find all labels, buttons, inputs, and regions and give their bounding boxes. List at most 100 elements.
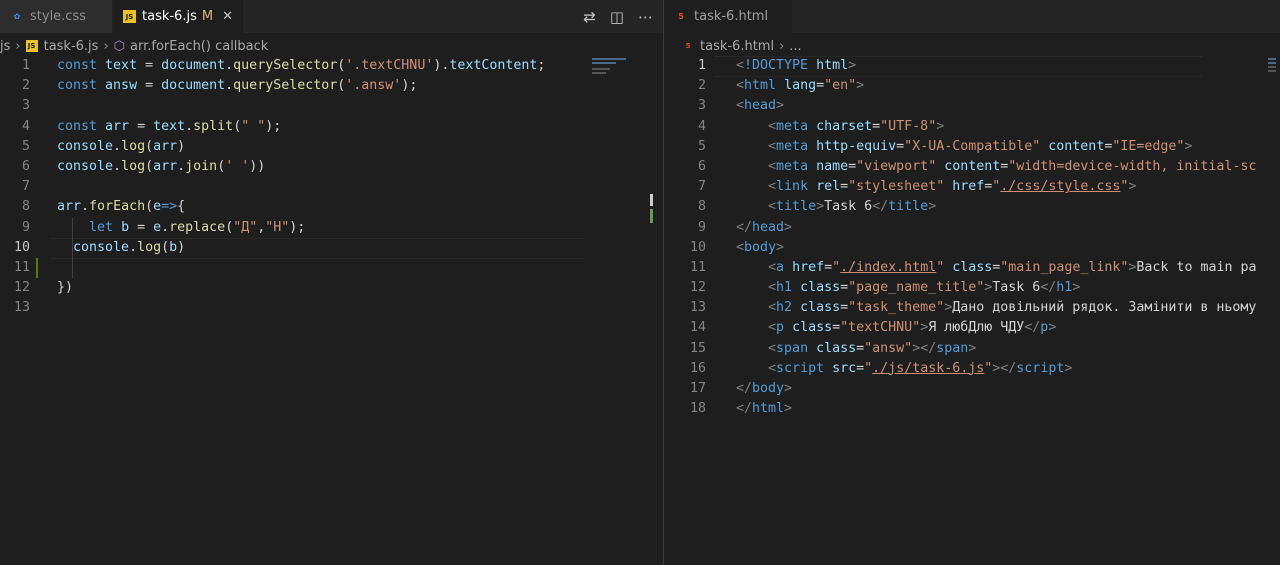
code-token: > (1064, 360, 1073, 376)
more-icon[interactable]: ⋯ (638, 8, 653, 26)
code-line[interactable]: 2 const answ = document.querySelector('.a… (0, 76, 663, 96)
code-token: rel (816, 179, 841, 195)
code-line[interactable]: 3 <head> (664, 96, 1280, 116)
code-token: = (848, 158, 857, 174)
code-line[interactable]: 11 (0, 258, 663, 278)
line-number: 16 (689, 360, 706, 376)
code-line[interactable]: 4 const arr = text.split(" "); (0, 117, 663, 137)
code-token: html (744, 78, 777, 94)
code-token: head (744, 98, 777, 114)
code-line[interactable]: 7 (0, 177, 663, 197)
code-line[interactable]: 1 <!DOCTYPE html> (664, 56, 1280, 77)
tab-style-css[interactable]: ✿ style.css (0, 0, 112, 33)
code-line[interactable]: 14 <p class="textCHNU">Я любДлю ЧДУ</p> (664, 318, 1280, 338)
code-token: "viewport" (856, 158, 937, 174)
code-line[interactable]: 9 let b = e.replace("Д","Н"); (0, 218, 663, 238)
code-line[interactable]: 5 console.log(arr) (0, 137, 663, 157)
code-line[interactable]: 4 <meta charset="UTF-8"> (664, 117, 1280, 137)
code-line[interactable]: 6 <meta name="viewport" content="width=d… (664, 157, 1280, 177)
code-line[interactable]: 18 </html> (664, 399, 1280, 419)
code-token: < (768, 280, 777, 296)
code-token: )) (249, 158, 266, 174)
code-token: = (840, 179, 849, 195)
code-line[interactable]: 13 <h2 class="task_theme">Дано довільний… (664, 298, 1280, 318)
code-token: ' ' (225, 158, 250, 174)
code-token: b (169, 239, 178, 255)
breadcrumb-file[interactable]: task-6.js (44, 39, 99, 54)
css-file-icon: ✿ (13, 12, 21, 21)
code-token: html (752, 401, 785, 417)
breadcrumb-folder[interactable]: js (0, 39, 10, 54)
code-token: < (768, 320, 777, 336)
code-token: "UTF-8" (880, 118, 937, 134)
code-line[interactable]: 2 <html lang="en"> (664, 76, 1280, 96)
line-number: 13 (689, 300, 706, 316)
code-line[interactable]: 10 console.log(b) (0, 237, 663, 259)
code-text: <body> (736, 238, 784, 258)
code-line[interactable]: 3 (0, 96, 663, 116)
code-line[interactable]: 12 <h1 class="page_name_title">Task 6</h… (664, 278, 1280, 298)
code-line[interactable]: 5 <meta http-equiv="X-UA-Compatible" con… (664, 137, 1280, 157)
code-text: console.log(arr) (57, 137, 185, 157)
js-code-editor[interactable]: 1 const text = document.querySelector('.t… (0, 56, 663, 318)
code-token: href (952, 179, 985, 195)
code-token: ( (145, 158, 154, 174)
close-tab-icon[interactable]: ✕ (222, 9, 233, 24)
code-token: log (121, 138, 146, 154)
code-line[interactable]: 15 <span class="answ"></span> (664, 339, 1280, 359)
code-token: ></ (992, 360, 1017, 376)
code-token: > (776, 98, 785, 114)
breadcrumb-symbol[interactable]: arr.forEach() callback (130, 39, 268, 54)
code-token: > (1184, 138, 1193, 154)
code-line[interactable]: 9 </head> (664, 218, 1280, 238)
split-editor-icon[interactable]: ◫ (610, 8, 624, 26)
code-line[interactable]: 17 </body> (664, 379, 1280, 399)
code-text: }) (57, 278, 73, 298)
code-token: . (113, 138, 122, 154)
line-number: 4 (697, 118, 706, 134)
breadcrumb-rest[interactable]: ... (789, 39, 801, 54)
code-line[interactable]: 1 const text = document.querySelector('.t… (0, 56, 663, 76)
tab-task-6-js[interactable]: JS task-6.js M ✕ (113, 0, 243, 33)
code-token: > (1128, 179, 1137, 195)
code-line[interactable]: 6 console.log(arr.join(' ')) (0, 157, 663, 177)
line-number: 13 (13, 300, 30, 316)
code-line[interactable]: 8 arr.forEach(e=>{ (0, 197, 663, 217)
code-line[interactable]: 10 <body> (664, 238, 1280, 258)
code-token: ); (265, 118, 282, 134)
chevron-right-icon: › (779, 38, 785, 54)
code-line[interactable]: 7 <link rel="stylesheet" href="./css/sty… (664, 177, 1280, 197)
code-token: </ (736, 219, 753, 235)
code-line[interactable]: 16 <script src="./js/task-6.js"></script… (664, 359, 1280, 379)
code-token: Back to main pa (1136, 259, 1257, 275)
code-token: < (768, 300, 777, 316)
code-line[interactable]: 13 (0, 298, 663, 318)
code-token: p (776, 320, 785, 336)
html-file-icon: 5 (685, 42, 691, 50)
code-line[interactable]: 12}) (0, 278, 663, 298)
compare-icon[interactable]: ⇄ (583, 8, 596, 26)
tab-task-6-html[interactable]: 5 task-6.html (664, 0, 792, 33)
code-token: h2 (776, 300, 793, 316)
code-token: textContent (449, 58, 538, 73)
code-token: ) (177, 239, 186, 255)
code-token: "page_name_title" (848, 280, 985, 296)
code-token: < (736, 98, 745, 114)
code-token: > (784, 401, 793, 417)
breadcrumb-file[interactable]: task-6.html (700, 39, 774, 54)
code-token: < (768, 118, 777, 134)
code-token: split (193, 118, 234, 134)
code-token: = (832, 320, 841, 336)
html-code-editor[interactable]: 1 <!DOCTYPE html> 2 <html lang="en"> 3 <head>… (664, 56, 1280, 419)
code-token: ); (401, 78, 418, 94)
indent-guide (72, 217, 73, 279)
code-token: console (57, 138, 114, 154)
code-line[interactable]: 8 <title>Task 6</title> (664, 197, 1280, 217)
code-line[interactable]: 11 <a href="./index.html" class="main_pa… (664, 258, 1280, 278)
code-token: const (57, 78, 106, 94)
